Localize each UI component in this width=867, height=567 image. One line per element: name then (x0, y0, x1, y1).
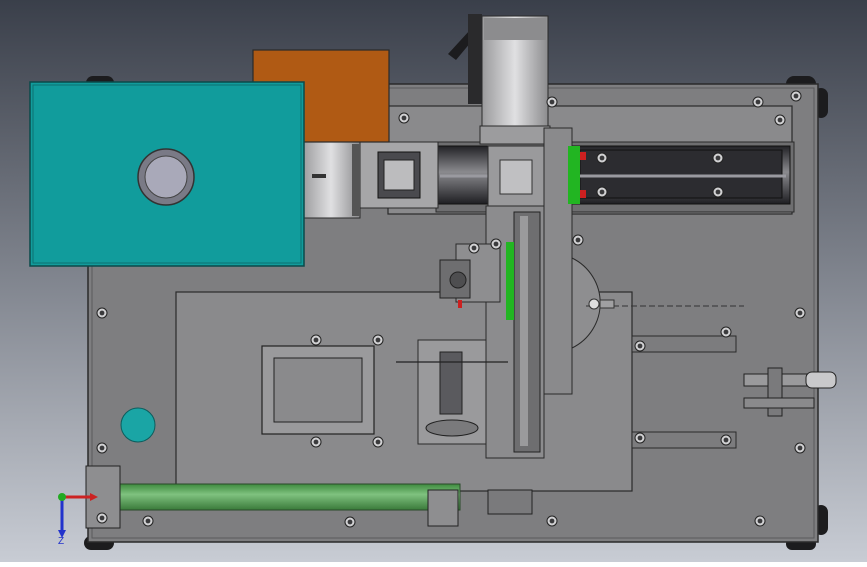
bolt-hole-center (599, 189, 605, 195)
bolt-hole-center (375, 337, 381, 343)
bolt-hole-center (313, 337, 319, 343)
dial-center (588, 298, 600, 310)
bolt-hole-center (347, 519, 353, 525)
bolt-hole-center (375, 439, 381, 445)
bolt-hole-center (777, 117, 783, 123)
red-marker-2 (580, 190, 586, 198)
bolt-hole-center (471, 245, 477, 251)
right-bar-bottom[interactable] (631, 431, 737, 449)
red-marker-1 (580, 152, 586, 160)
x-coupler-shaft (383, 159, 415, 191)
bolt-hole-center (797, 445, 803, 451)
bolt-hole-center (549, 99, 555, 105)
bolt-hole-center (493, 241, 499, 247)
spindle-body (439, 351, 463, 415)
bolt-hole-center (99, 310, 105, 316)
x-motor-flange (352, 144, 360, 216)
bolt-hole-center (723, 437, 729, 443)
green-rail-y (506, 242, 514, 320)
bolt-hole-center (637, 343, 643, 349)
bolt-hole-center (313, 439, 319, 445)
y-rail-stripe (520, 216, 528, 446)
y-motor-endcap (484, 18, 546, 40)
bolt-hole-center (793, 93, 799, 99)
rod-end-block (487, 489, 533, 515)
teal-marker[interactable] (120, 407, 156, 443)
red-dot-bracket (458, 300, 462, 308)
green-rail-x (568, 146, 580, 204)
bolt-hole-center (575, 237, 581, 243)
assembly-model[interactable]: Z (0, 0, 867, 562)
green-rod[interactable] (93, 483, 461, 511)
x-rail-guide (579, 149, 783, 199)
right-nut (767, 367, 783, 417)
cad-viewport[interactable]: Z (0, 0, 867, 562)
teal-cover-knob-inner (144, 155, 188, 199)
bolt-hole-center (637, 435, 643, 441)
bolt-hole-center (99, 515, 105, 521)
bolt-hole-center (757, 518, 763, 524)
window-opening (273, 357, 363, 423)
x-motor-shaft-slot (312, 174, 326, 178)
bolt-hole-center (797, 310, 803, 316)
bolt-hole-center (715, 189, 721, 195)
triad-z-label: Z (58, 536, 64, 547)
spindle-bracket-hole (449, 271, 467, 289)
rod-bracket-right[interactable] (427, 489, 459, 527)
right-bar-top[interactable] (631, 335, 737, 353)
bolt-hole-center (99, 445, 105, 451)
right-screw-lower (743, 397, 815, 409)
bolt-hole-center (715, 155, 721, 161)
bolt-hole-center (401, 115, 407, 121)
clamp-handle-post (468, 14, 482, 104)
y-motor-base (479, 125, 551, 145)
bolt-hole-center (599, 155, 605, 161)
dial-pin (599, 299, 615, 309)
y-carriage-block (499, 159, 533, 195)
spindle-disc[interactable] (425, 419, 479, 437)
bolt-hole-center (549, 518, 555, 524)
y-side-plate[interactable] (543, 127, 573, 395)
right-knob[interactable] (805, 371, 837, 389)
bolt-hole-center (755, 99, 761, 105)
bolt-hole-center (145, 518, 151, 524)
bolt-hole-center (723, 329, 729, 335)
x-stepper-motor[interactable] (301, 141, 361, 219)
